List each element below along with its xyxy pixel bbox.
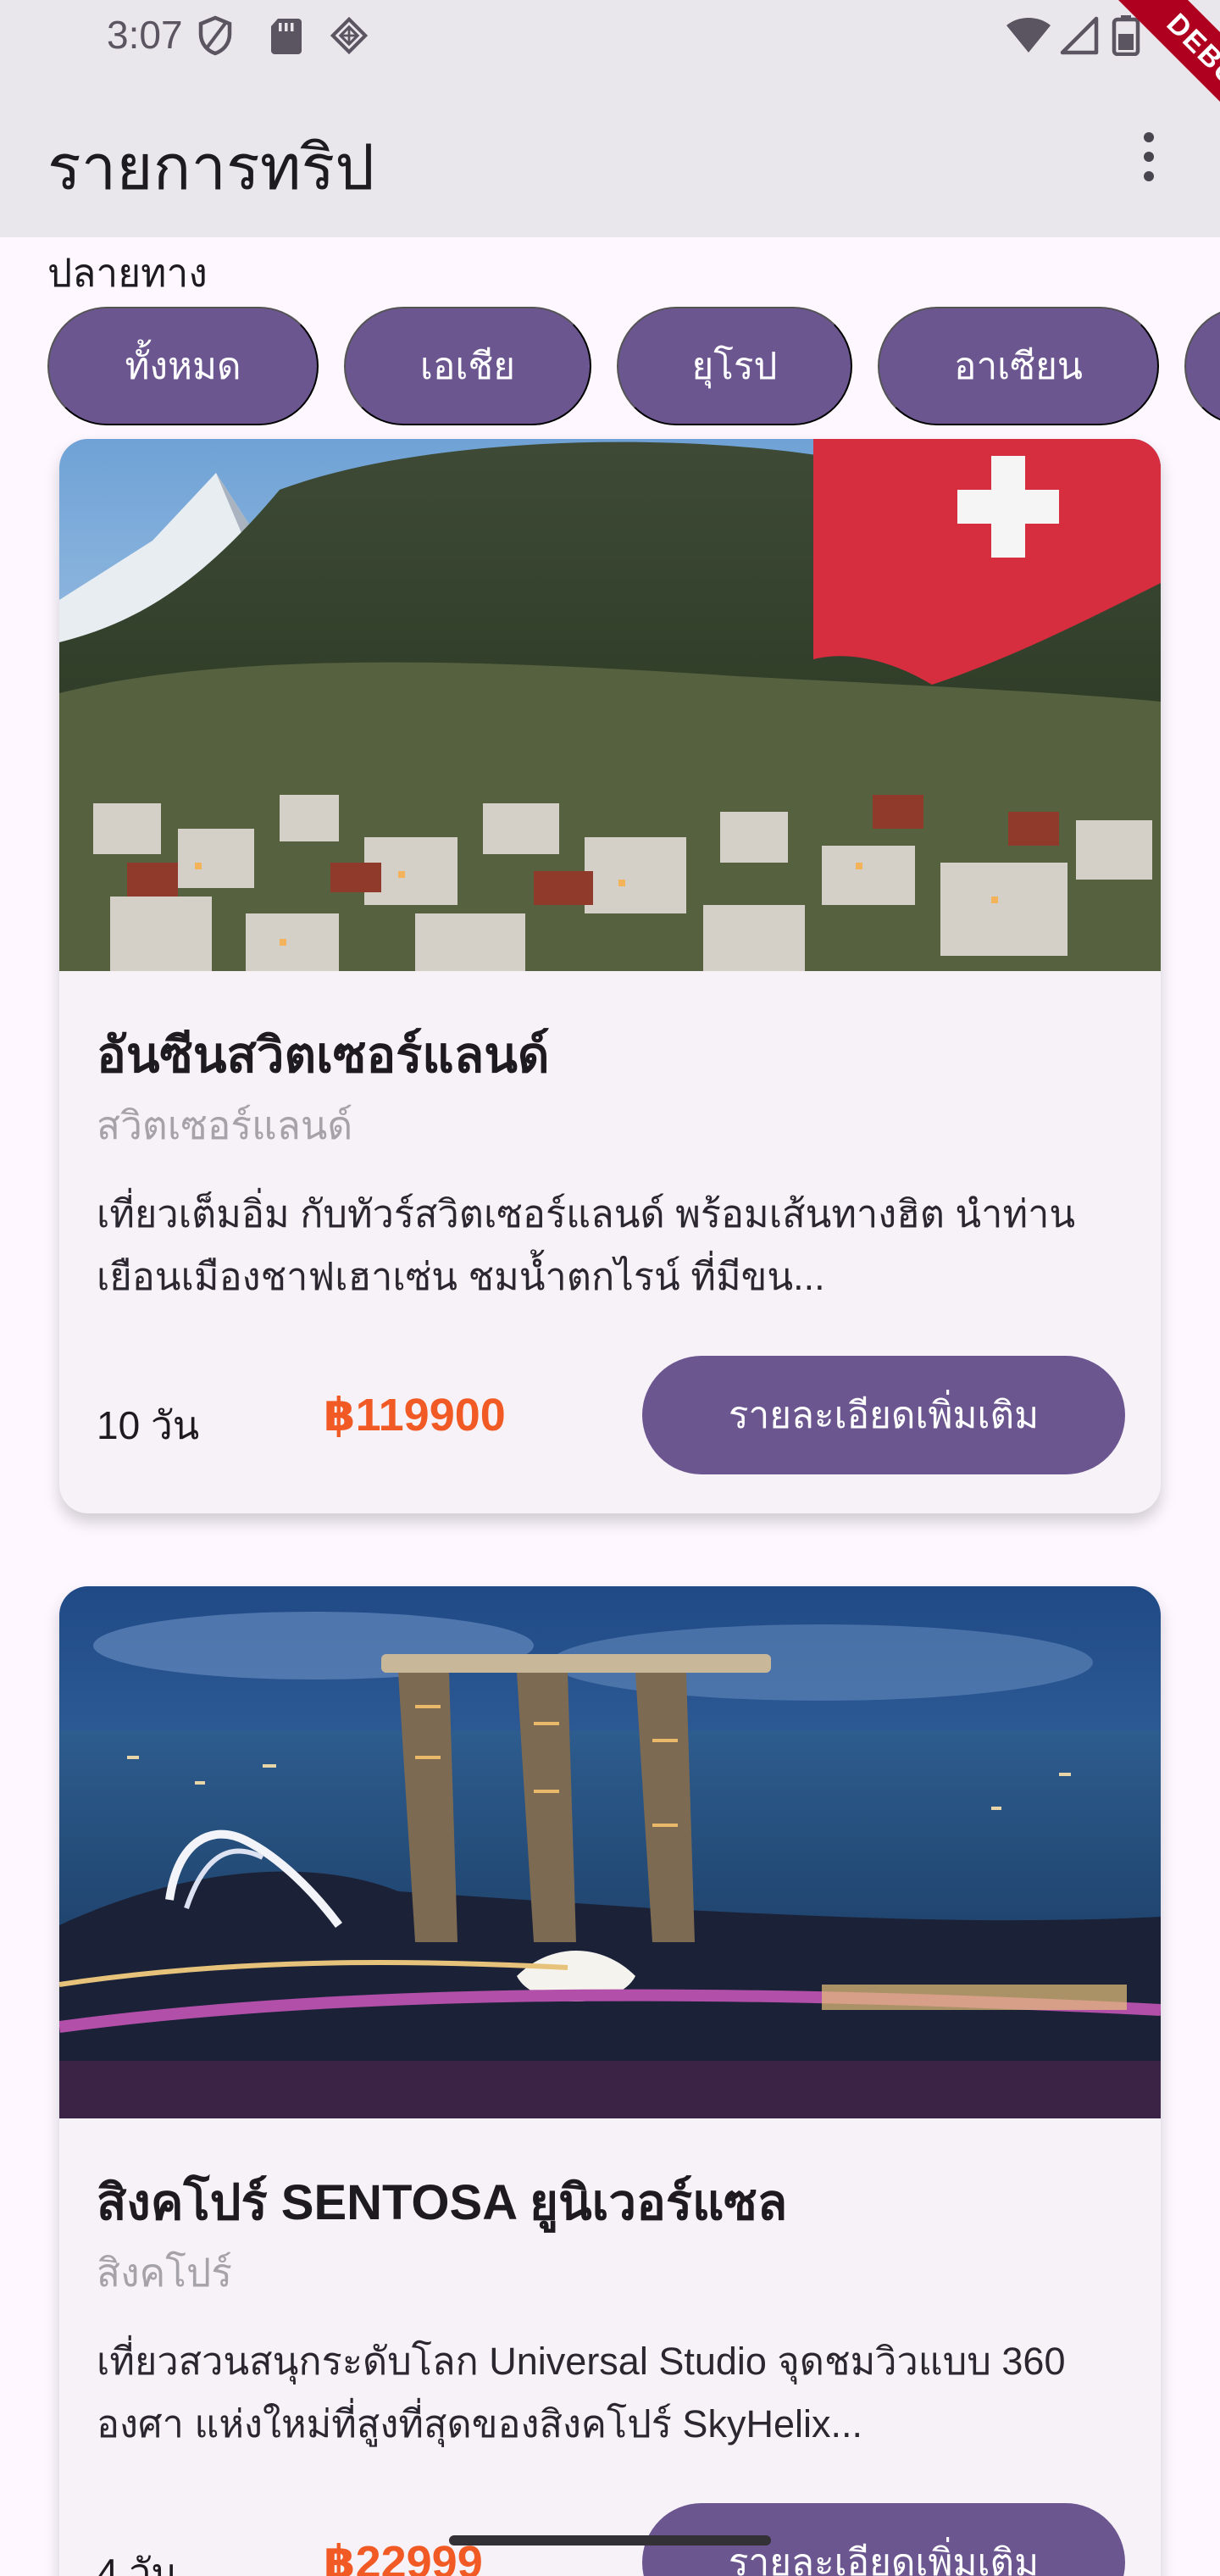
destination-filter-label: ปลายทาง (47, 251, 208, 295)
trip-country: สิงคโปร์ (97, 2251, 232, 2295)
trip-price: ฿119900 (324, 1390, 506, 1441)
trip-duration: 10 วัน (97, 1403, 200, 1447)
chip-asean[interactable]: อาเซียน (878, 307, 1159, 425)
chip-all[interactable]: ทั้งหมด (47, 307, 319, 425)
chip-more[interactable] (1184, 307, 1220, 425)
top-app-bar: 3:07 รายการทริป (0, 0, 1220, 237)
shield-icon (198, 15, 232, 56)
status-time: 3:07 (107, 13, 183, 57)
trip-description: เที่ยวเต็มอิ่ม กับทัวร์สวิตเซอร์แลนด์ พร… (97, 1192, 1076, 1298)
wifi-icon (1006, 18, 1051, 53)
battery-icon (1112, 15, 1140, 56)
chip-europe[interactable]: ยุโรป (617, 307, 852, 425)
destination-chip-row: ทั้งหมด เอเชีย ยุโรป อาเซียน (47, 307, 1220, 425)
trip-card[interactable]: สิงคโปร์ SENTOSA ยูนิเวอร์แซล สิงคโปร์ เ… (59, 1586, 1161, 2576)
trip-title: อันซีนสวิตเซอร์แลนด์ (97, 1028, 550, 1083)
trip-country: สวิตเซอร์แลนด์ (97, 1103, 353, 1147)
app-diamond-icon (330, 16, 368, 55)
app-screen: 3:07 รายการทริป DEBUG ปลายทาง ทั้งหมด เอ… (0, 0, 1220, 2576)
home-indicator[interactable] (449, 2535, 771, 2545)
sd-card-icon (271, 19, 302, 54)
trip-card-body: สิงคโปร์ SENTOSA ยูนิเวอร์แซล สิงคโปร์ เ… (59, 2118, 1161, 2576)
trip-card-body: อันซีนสวิตเซอร์แลนด์ สวิตเซอร์แลนด์ เที่… (59, 971, 1161, 1513)
trip-description: เที่ยวสวนสนุกระดับโลก Universal Studio จ… (97, 2340, 1066, 2446)
page-title: รายการทริป (47, 132, 375, 203)
more-options-icon[interactable] (1132, 127, 1166, 186)
trip-image-switzerland (59, 439, 1161, 971)
trip-card[interactable]: อันซีนสวิตเซอร์แลนด์ สวิตเซอร์แลนด์ เที่… (59, 439, 1161, 1513)
signal-icon (1060, 16, 1099, 55)
chip-asia[interactable]: เอเชีย (344, 307, 591, 425)
trip-image-singapore (59, 1586, 1161, 2118)
trip-duration: 4 วัน (97, 2551, 178, 2576)
trip-title: สิงคโปร์ SENTOSA ยูนิเวอร์แซล (97, 2175, 788, 2230)
more-details-button[interactable]: รายละเอียดเพิ่มเติม (642, 1356, 1125, 1474)
